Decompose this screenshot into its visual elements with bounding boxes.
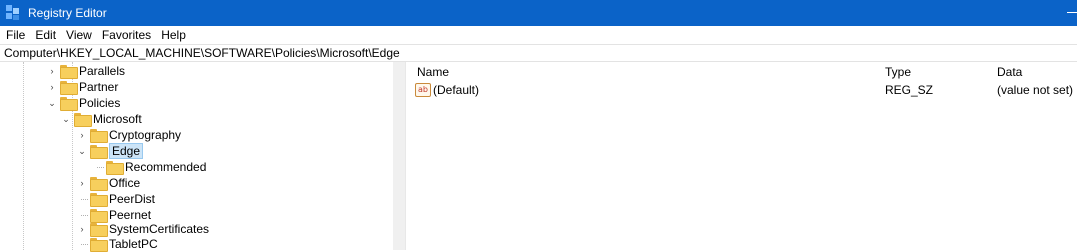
chevron-down-icon[interactable]: ⌄: [46, 95, 58, 111]
address-path[interactable]: Computer\HKEY_LOCAL_MACHINE\SOFTWARE\Pol…: [4, 46, 400, 60]
value-data: (value not set): [997, 83, 1074, 97]
tree-item-peerdist[interactable]: PeerDist: [76, 191, 155, 207]
tree-item-label[interactable]: Peernet: [109, 208, 151, 222]
menu-favorites[interactable]: Favorites: [102, 28, 151, 42]
column-header-name[interactable]: Name: [417, 65, 449, 79]
address-bar[interactable]: Computer\HKEY_LOCAL_MACHINE\SOFTWARE\Pol…: [0, 44, 1077, 62]
chevron-right-icon[interactable]: ›: [76, 127, 88, 143]
tree-item-label[interactable]: PeerDist: [109, 192, 155, 206]
menu-bar: File Edit View Favorites Help: [0, 26, 1077, 44]
tree-item-cryptography[interactable]: › Cryptography: [76, 127, 181, 143]
chevron-right-icon[interactable]: ›: [76, 175, 88, 191]
chevron-right-icon[interactable]: ›: [46, 79, 58, 95]
folder-icon: [60, 65, 78, 79]
tree-item-label[interactable]: Recommended: [125, 160, 206, 174]
value-type: REG_SZ: [885, 83, 934, 97]
folder-icon: [74, 113, 92, 127]
values-list-pane[interactable]: Name Type Data ab (Default) REG_SZ (valu…: [412, 62, 1077, 250]
tree-connector: [92, 159, 104, 175]
folder-icon: [90, 223, 108, 237]
minimize-button[interactable]: [1063, 0, 1077, 26]
string-value-icon: ab: [415, 83, 431, 97]
folder-icon: [106, 161, 124, 175]
folder-icon: [60, 81, 78, 95]
folder-icon: [90, 145, 108, 159]
folder-icon: [60, 97, 78, 111]
tree-item-policies[interactable]: ⌄ Policies: [46, 95, 120, 111]
tree-item-label[interactable]: Cryptography: [109, 128, 181, 142]
menu-help[interactable]: Help: [161, 28, 186, 42]
value-name[interactable]: (Default): [433, 83, 479, 97]
tree-item-label[interactable]: Edge: [109, 143, 144, 159]
window-title: Registry Editor: [28, 6, 107, 20]
menu-edit[interactable]: Edit: [35, 28, 56, 42]
folder-icon: [90, 193, 108, 207]
column-header-data[interactable]: Data: [997, 65, 1022, 79]
tree-connector: [76, 191, 88, 207]
tree-item-edge[interactable]: ⌄ Edge: [76, 143, 144, 159]
menu-file[interactable]: File: [6, 28, 25, 42]
tree-guide-line: [23, 62, 24, 250]
tree-item-label[interactable]: Office: [109, 176, 140, 190]
value-row[interactable]: ab (Default) REG_SZ (value not set): [415, 82, 1075, 98]
folder-icon: [90, 209, 108, 223]
chevron-right-icon[interactable]: ›: [76, 221, 88, 237]
column-header-type[interactable]: Type: [885, 65, 911, 79]
registry-editor-icon: [6, 5, 22, 21]
tree-item-partner[interactable]: › Partner: [46, 79, 118, 95]
folder-icon: [90, 177, 108, 191]
tree-item-label[interactable]: Microsoft: [93, 112, 142, 126]
tree-item-label[interactable]: TabletPC: [109, 237, 158, 251]
chevron-right-icon[interactable]: ›: [46, 63, 58, 79]
folder-icon: [90, 129, 108, 143]
tree-item-microsoft[interactable]: ⌄ Microsoft: [60, 111, 142, 127]
tree-item-label[interactable]: Partner: [79, 80, 118, 94]
chevron-down-icon[interactable]: ⌄: [60, 111, 72, 127]
pane-splitter[interactable]: [405, 62, 412, 250]
tree-item-label[interactable]: Policies: [79, 96, 120, 110]
tree-item-office[interactable]: › Office: [76, 175, 140, 191]
folder-icon: [90, 238, 108, 252]
tree-item-systemcertificates[interactable]: › SystemCertificates: [76, 221, 209, 237]
menu-view[interactable]: View: [66, 28, 92, 42]
title-bar: Registry Editor: [0, 0, 1077, 26]
tree-item-label[interactable]: SystemCertificates: [109, 222, 209, 236]
tree-scrollbar[interactable]: [393, 62, 405, 250]
tree-item-parallels[interactable]: › Parallels: [46, 63, 125, 79]
tree-item-label[interactable]: Parallels: [79, 64, 125, 78]
chevron-down-icon[interactable]: ⌄: [76, 143, 88, 159]
tree-item-recommended[interactable]: Recommended: [92, 159, 206, 175]
